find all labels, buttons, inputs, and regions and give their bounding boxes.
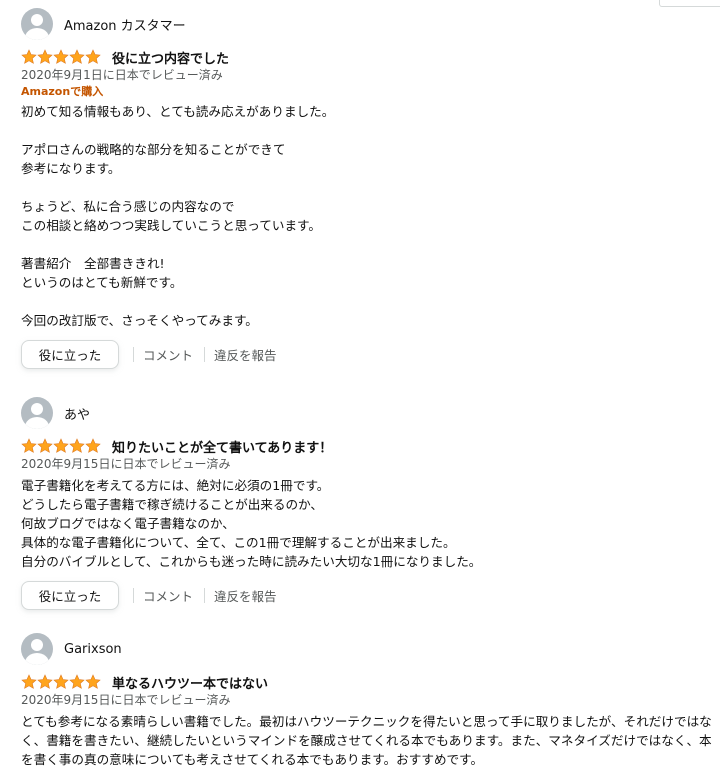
reviewer-name: あや [64, 407, 91, 423]
star-rating[interactable] [21, 49, 101, 65]
star-icon [37, 674, 53, 689]
review-title[interactable]: 役に立つ内容でした [112, 48, 229, 67]
popover-edge [659, 0, 720, 7]
review-title[interactable]: 知りたいことが全て書いてあります！ [112, 437, 332, 456]
report-abuse-link[interactable]: 違反を報告 [214, 345, 277, 364]
star-rating[interactable] [21, 674, 101, 690]
divider [133, 588, 134, 603]
report-abuse-link[interactable]: 違反を報告 [214, 586, 277, 605]
divider [133, 347, 134, 362]
avatar-icon [21, 633, 53, 665]
review-body: とても参考になる素晴らしい書籍でした。最初はハウツーテクニックを得たいと思って手… [21, 714, 712, 767]
comment-link[interactable]: コメント [143, 586, 193, 605]
review-body: 電子書籍化を考えてる方には、絶対に必須の1冊です。 どうしたら電子書籍で稼ぎ続け… [21, 478, 482, 569]
helpful-button[interactable]: 役に立った [21, 340, 119, 369]
reviewer-profile[interactable]: あや [21, 397, 712, 429]
star-icon [37, 49, 53, 64]
review-3: Garixson 単なるハウツー本ではない 2020年9月15日に日本でレビュー… [21, 633, 712, 769]
divider [204, 588, 206, 603]
review-actions: 役に立った コメント 違反を報告 [21, 581, 712, 610]
review-title[interactable]: 単なるハウツー本ではない [112, 673, 268, 692]
star-icon [69, 674, 85, 689]
star-rating[interactable] [21, 438, 101, 454]
star-icon [21, 674, 37, 689]
star-icon [85, 438, 101, 453]
star-icon [85, 674, 101, 689]
star-icon [69, 49, 85, 64]
star-icon [69, 438, 85, 453]
star-icon [53, 49, 69, 64]
helpful-button[interactable]: 役に立った [21, 581, 119, 610]
star-icon [37, 438, 53, 453]
review-date: 2020年9月1日に日本でレビュー済み [21, 68, 223, 82]
reviewer-profile[interactable]: Amazon カスタマー [21, 8, 712, 40]
star-icon [53, 674, 69, 689]
star-icon [21, 438, 37, 453]
avatar-icon [21, 397, 53, 429]
review-date: 2020年9月15日に日本でレビュー済み [21, 693, 231, 707]
reviewer-name: Garixson [64, 641, 122, 657]
star-icon [21, 49, 37, 64]
star-icon [53, 438, 69, 453]
review-actions: 役に立った コメント 違反を報告 [21, 340, 712, 369]
review-body: 初めて知る情報もあり、とても読み応えがありました。 アポロさんの戦略的な部分を知… [21, 104, 335, 328]
verified-purchase-badge: Amazonで購入 [21, 85, 104, 98]
divider [204, 347, 206, 362]
review-1: Amazon カスタマー 役に立つ内容でした 2020年9月1日に日本でレビュー… [21, 8, 712, 369]
review-2: あや 知りたいことが全て書いてあります！ 2020年9月15日に日本でレビュー済… [21, 397, 712, 610]
star-icon [85, 49, 101, 64]
reviewer-name: Amazon カスタマー [64, 18, 186, 34]
avatar-icon [21, 8, 53, 40]
review-date: 2020年9月15日に日本でレビュー済み [21, 457, 231, 471]
comment-link[interactable]: コメント [143, 345, 193, 364]
reviewer-profile[interactable]: Garixson [21, 633, 712, 665]
